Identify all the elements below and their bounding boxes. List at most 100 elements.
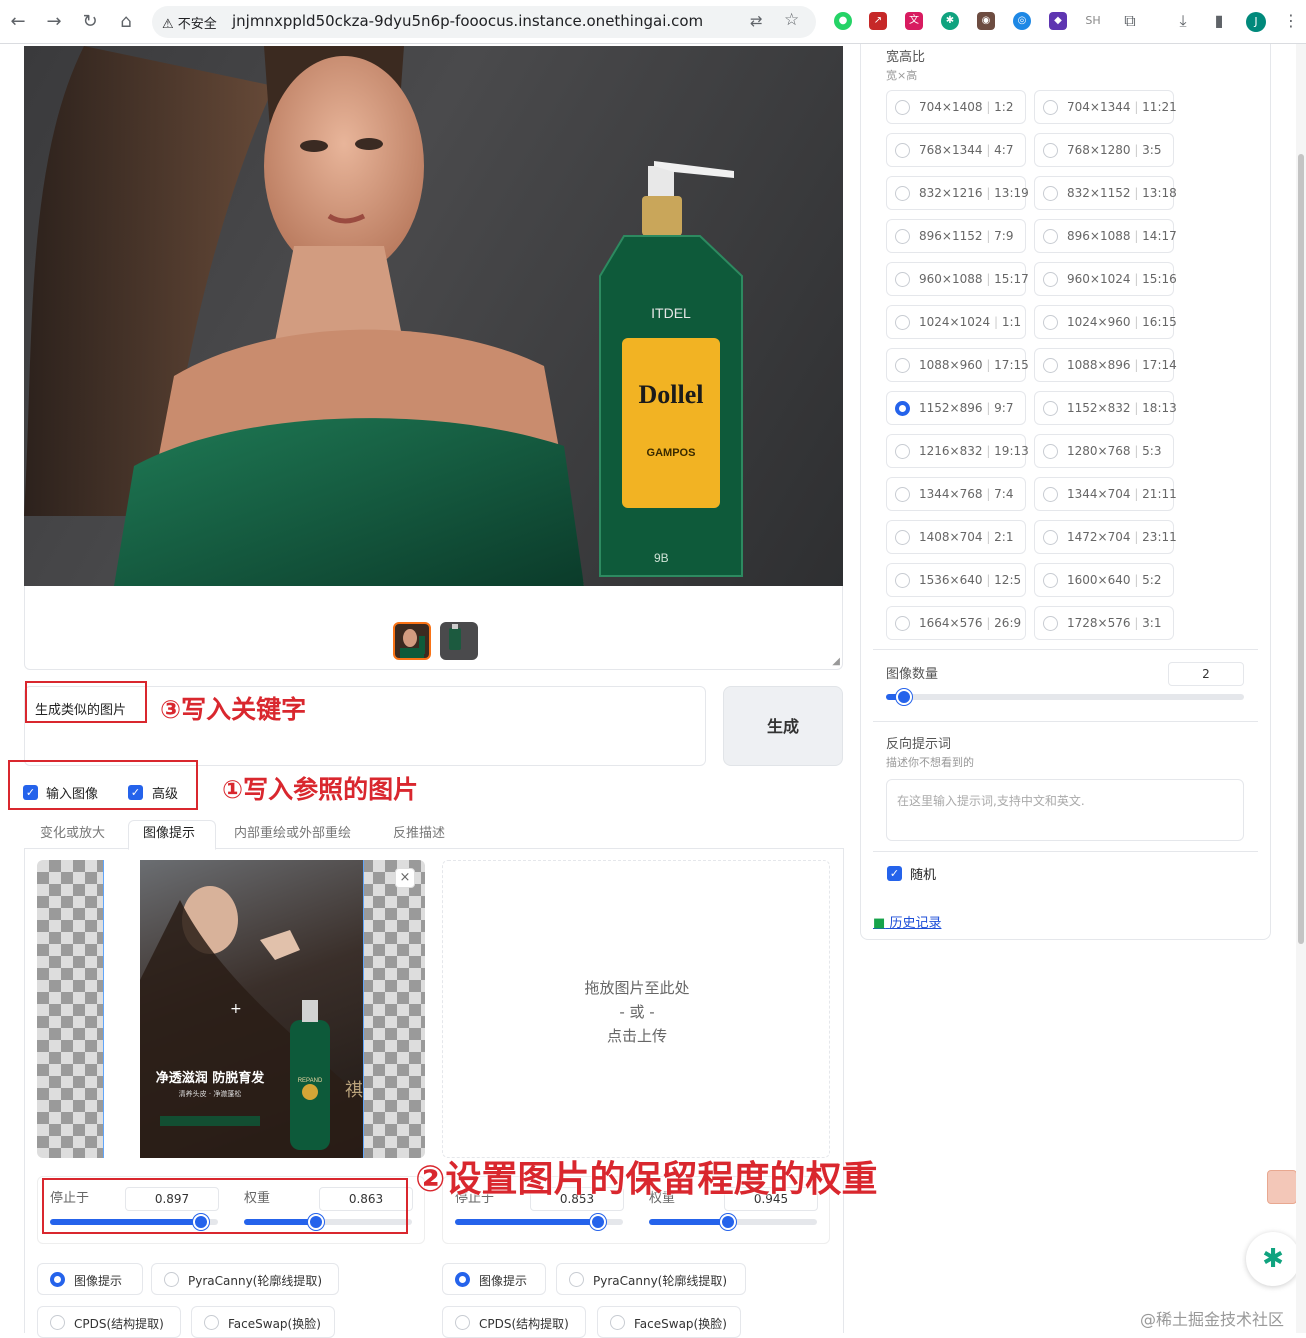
tab-variation-upscale[interactable]: 变化或放大 — [40, 822, 105, 848]
weight-slider-2[interactable] — [649, 1214, 817, 1230]
stop-at-handle-2[interactable] — [590, 1214, 607, 1230]
radio-icon — [1043, 573, 1058, 588]
weight-handle-2[interactable] — [720, 1214, 737, 1230]
aspect-option[interactable]: 1664×576 | 26:9 — [886, 606, 1026, 640]
aspect-option-ratio: 14:17 — [1142, 229, 1177, 243]
gallery-thumb-1[interactable] — [393, 622, 431, 660]
aspect-option[interactable]: 1344×768 | 7:4 — [886, 477, 1026, 511]
avatar-extension-icon[interactable]: ◉ — [977, 12, 995, 30]
pdf-extension-icon[interactable]: ↗ — [869, 12, 887, 30]
aspect-option[interactable]: 1152×896 | 9:7 — [886, 391, 1026, 425]
generated-image[interactable]: ITDEL Dollel GAMPOS 9B — [24, 46, 843, 586]
aspect-option[interactable]: 768×1280 | 3:5 — [1034, 133, 1174, 167]
download-icon[interactable]: ⤓ — [1174, 12, 1192, 30]
radio-icon — [895, 100, 910, 115]
image-count-handle[interactable] — [895, 689, 912, 705]
mode-image-prompt-2[interactable]: 图像提示 — [442, 1263, 546, 1295]
random-seed-checkbox[interactable]: ✓ — [887, 866, 902, 881]
tab-image-prompt[interactable]: 图像提示 — [143, 822, 195, 848]
aspect-option[interactable]: 768×1344 | 4:7 — [886, 133, 1026, 167]
aspect-option[interactable]: 1152×832 | 18:13 — [1034, 391, 1177, 425]
aspect-option[interactable]: 960×1088 | 15:17 — [886, 262, 1029, 296]
aspect-option[interactable]: 1472×704 | 23:11 — [1034, 520, 1177, 554]
aspect-option[interactable]: 1600×640 | 5:2 — [1034, 563, 1174, 597]
reload-icon[interactable]: ↻ — [78, 10, 102, 34]
resize-handle-icon[interactable]: ◢ — [832, 656, 840, 667]
aspect-option[interactable]: 1728×576 | 3:1 — [1034, 606, 1174, 640]
history-link[interactable]: ■ 历史记录 — [873, 912, 941, 931]
remove-image-icon[interactable]: × — [395, 868, 415, 888]
aspect-option[interactable]: 1344×704 | 21:11 — [1034, 477, 1177, 511]
aspect-option-ratio: 5:2 — [1142, 573, 1162, 587]
aspect-option[interactable]: 1024×960 | 16:15 — [1034, 305, 1177, 339]
aspect-option-ratio: 2:1 — [994, 530, 1014, 544]
thumb-2-art — [449, 624, 461, 650]
sh-extension-icon[interactable]: SH — [1084, 12, 1102, 30]
menu-kebab-icon[interactable]: ⋮ — [1282, 12, 1300, 30]
mode-faceswap-1[interactable]: FaceSwap(换脸) — [191, 1306, 335, 1338]
image-prompt-1[interactable]: 净透滋润 防脱育发 清养头皮 · 净澈蓬松 REPAND 祺 + × — [37, 860, 425, 1158]
translate-icon[interactable]: ⇄ — [750, 12, 763, 30]
aspect-option[interactable]: 1088×896 | 17:14 — [1034, 348, 1177, 382]
bottle-bottom-text: 9B — [654, 551, 669, 565]
mode-cpds-1[interactable]: CPDS(结构提取) — [37, 1306, 181, 1338]
aspect-option[interactable]: 704×1344 | 11:21 — [1034, 90, 1177, 124]
image-prompt-2-dropzone[interactable]: 拖放图片至此处 - 或 - 点击上传 — [442, 860, 830, 1158]
profile-avatar[interactable]: J — [1246, 12, 1266, 32]
aspect-option[interactable]: 1024×1024 | 1:1 — [886, 305, 1026, 339]
aspect-option[interactable]: 832×1152 | 13:18 — [1034, 176, 1177, 210]
chatgpt-extension-icon[interactable]: ✱ — [941, 12, 959, 30]
puzzle-icon[interactable]: ⧉ — [1121, 12, 1139, 30]
radio-icon — [895, 616, 910, 631]
aspect-option[interactable]: 1216×832 | 19:13 — [886, 434, 1029, 468]
gallery-thumb-2[interactable] — [440, 622, 478, 660]
random-seed-label[interactable]: 随机 — [910, 864, 936, 883]
aspect-option[interactable]: 832×1216 | 13:19 — [886, 176, 1029, 210]
radio-icon — [895, 186, 910, 201]
bookmark-star-icon[interactable]: ☆ — [784, 10, 799, 30]
aspect-option[interactable]: 1408×704 | 2:1 — [886, 520, 1026, 554]
scrollbar-thumb[interactable] — [1298, 154, 1304, 944]
aspect-option[interactable]: 1280×768 | 5:3 — [1034, 434, 1174, 468]
poster-side-char: 祺 — [345, 1080, 363, 1101]
url-text[interactable]: jnjmnxppld50ckza-9dyu5n6p-fooocus.instan… — [232, 12, 703, 30]
aspect-option-ratio: 17:14 — [1142, 358, 1177, 372]
page-scrollbar[interactable] — [1296, 44, 1306, 1333]
aspect-option[interactable]: 896×1088 | 14:17 — [1034, 219, 1177, 253]
tab-inpaint-outpaint[interactable]: 内部重绘或外部重绘 — [234, 822, 351, 848]
radio-icon — [610, 1315, 625, 1330]
aspect-option[interactable]: 896×1152 | 7:9 — [886, 219, 1026, 253]
floating-assistant-icon[interactable]: ✱ — [1246, 1232, 1300, 1286]
mode-image-prompt-1[interactable]: 图像提示 — [37, 1263, 143, 1295]
tab-describe[interactable]: 反推描述 — [393, 822, 445, 848]
insecure-badge[interactable]: ⚠ 不安全 — [162, 13, 217, 32]
stop-at-slider-2[interactable] — [455, 1214, 623, 1230]
globe-extension-icon[interactable]: ◎ — [1013, 12, 1031, 30]
mode-faceswap-2[interactable]: FaceSwap(换脸) — [597, 1306, 741, 1338]
aspect-option-size: 960×1024 — [1067, 272, 1131, 286]
aspect-option[interactable]: 1088×960 | 17:15 — [886, 348, 1029, 382]
aspect-option[interactable]: 960×1024 | 15:16 — [1034, 262, 1177, 296]
translate-extension-icon[interactable]: 文 — [905, 12, 923, 30]
mode-cpds-2[interactable]: CPDS(结构提取) — [442, 1306, 586, 1338]
sidepanel-icon[interactable]: ▮ — [1210, 12, 1228, 30]
aspect-option[interactable]: 1536×640 | 12:5 — [886, 563, 1026, 597]
crop-line-left[interactable] — [103, 860, 104, 1158]
image-count-slider[interactable] — [886, 689, 1244, 705]
whatsapp-icon[interactable]: ● — [834, 12, 852, 30]
forward-icon[interactable]: → — [42, 10, 66, 34]
generate-button[interactable]: 生成 — [723, 686, 843, 766]
aspect-option[interactable]: 704×1408 | 1:2 — [886, 90, 1026, 124]
crop-line-right[interactable] — [363, 860, 364, 1158]
negative-prompt-input[interactable]: 在这里输入提示词,支持中文和英文. — [886, 779, 1244, 841]
floating-doc-icon[interactable] — [1267, 1170, 1297, 1204]
address-bar[interactable]: ⚠ 不安全 jnjmnxppld50ckza-9dyu5n6p-fooocus.… — [152, 6, 816, 38]
aspect-option-size: 704×1344 — [1067, 100, 1131, 114]
shield-extension-icon[interactable]: ◆ — [1049, 12, 1067, 30]
bottle-brand-top: ITDEL — [651, 305, 691, 321]
mode-pyracanny-2[interactable]: PyraCanny(轮廓线提取) — [556, 1263, 746, 1295]
back-icon[interactable]: ← — [6, 10, 30, 34]
image-count-value[interactable]: 2 — [1168, 662, 1244, 686]
mode-pyracanny-1[interactable]: PyraCanny(轮廓线提取) — [151, 1263, 339, 1295]
home-icon[interactable]: ⌂ — [114, 10, 138, 34]
